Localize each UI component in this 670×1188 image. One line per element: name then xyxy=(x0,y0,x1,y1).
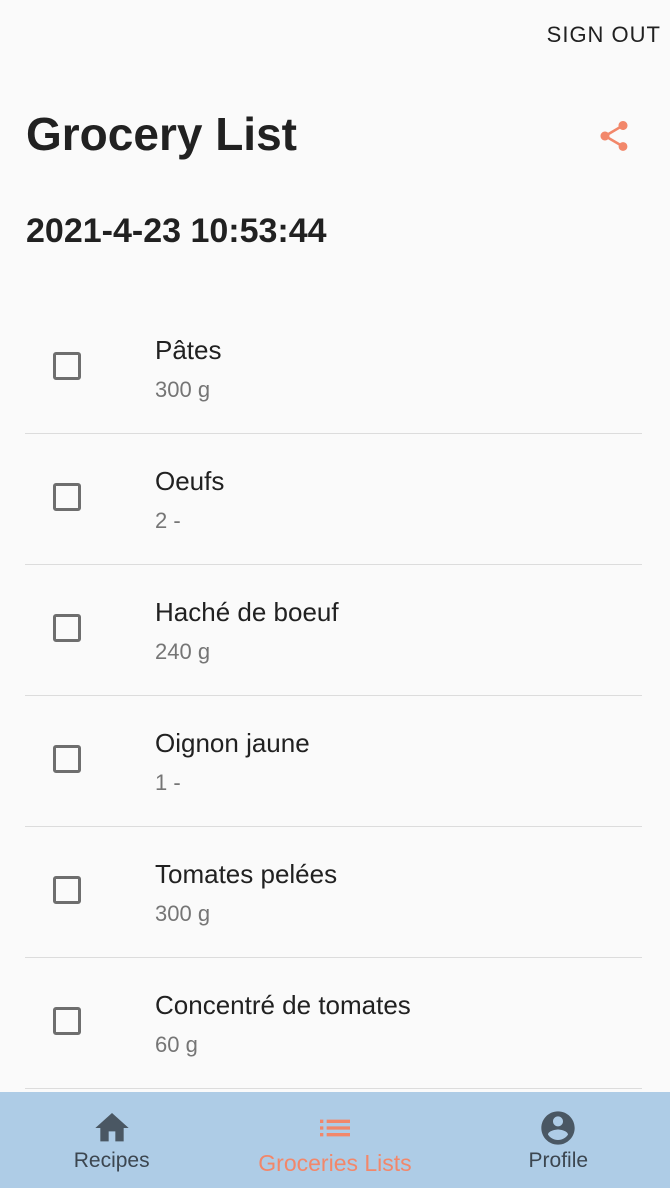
item-quantity: 240 g xyxy=(155,639,211,664)
item-name: Concentré de tomates xyxy=(155,990,411,1020)
share-icon[interactable] xyxy=(596,118,632,154)
item-checkbox[interactable] xyxy=(53,483,81,511)
item-quantity: 300 g xyxy=(155,377,211,402)
item-checkbox[interactable] xyxy=(53,614,81,642)
item-checkbox[interactable] xyxy=(53,745,81,773)
bottom-navigation: Recipes Groceries Lists Profile xyxy=(0,1092,670,1188)
item-quantity: 60 g xyxy=(155,1032,198,1057)
nav-label: Recipes xyxy=(73,1149,150,1172)
item-checkbox[interactable] xyxy=(53,352,81,380)
nav-label: Profile xyxy=(528,1149,589,1172)
list-datetime: 2021-4-23 10:53:44 xyxy=(26,212,327,250)
list-icon xyxy=(319,1119,350,1137)
page-title: Grocery List xyxy=(26,108,297,160)
nav-item-recipes[interactable]: Recipes xyxy=(0,1092,223,1188)
list-item: Oignon jaune 1 - xyxy=(25,696,642,827)
list-item: Tomates pelées 300 g xyxy=(25,827,642,958)
list-item: Haché de boeuf 240 g xyxy=(25,565,642,696)
item-checkbox[interactable] xyxy=(53,876,81,904)
item-checkbox[interactable] xyxy=(53,1007,81,1035)
item-name: Oignon jaune xyxy=(155,728,310,758)
item-name: Pâtes xyxy=(155,335,222,365)
list-item: Oeufs 2 - xyxy=(25,434,642,565)
list-item: Concentré de tomates 60 g xyxy=(25,958,642,1089)
list-item: Pâtes 300 g xyxy=(25,303,642,434)
item-quantity: 300 g xyxy=(155,901,211,926)
item-name: Haché de boeuf xyxy=(155,597,339,627)
item-quantity: 2 - xyxy=(155,508,181,533)
home-icon xyxy=(94,1113,129,1142)
nav-label: Groceries Lists xyxy=(258,1150,412,1176)
item-quantity: 1 - xyxy=(155,770,181,795)
nav-item-profile[interactable]: Profile xyxy=(447,1092,670,1188)
grocery-list: Pâtes 300 g Oeufs 2 - Haché de boeuf 240… xyxy=(25,303,642,1089)
item-name: Tomates pelées xyxy=(155,859,338,889)
item-name: Oeufs xyxy=(155,466,225,496)
account-circle-icon xyxy=(541,1111,575,1145)
nav-item-groceries-lists[interactable]: Groceries Lists xyxy=(223,1092,446,1188)
sign-out-button[interactable]: SIGN OUT xyxy=(547,22,661,48)
